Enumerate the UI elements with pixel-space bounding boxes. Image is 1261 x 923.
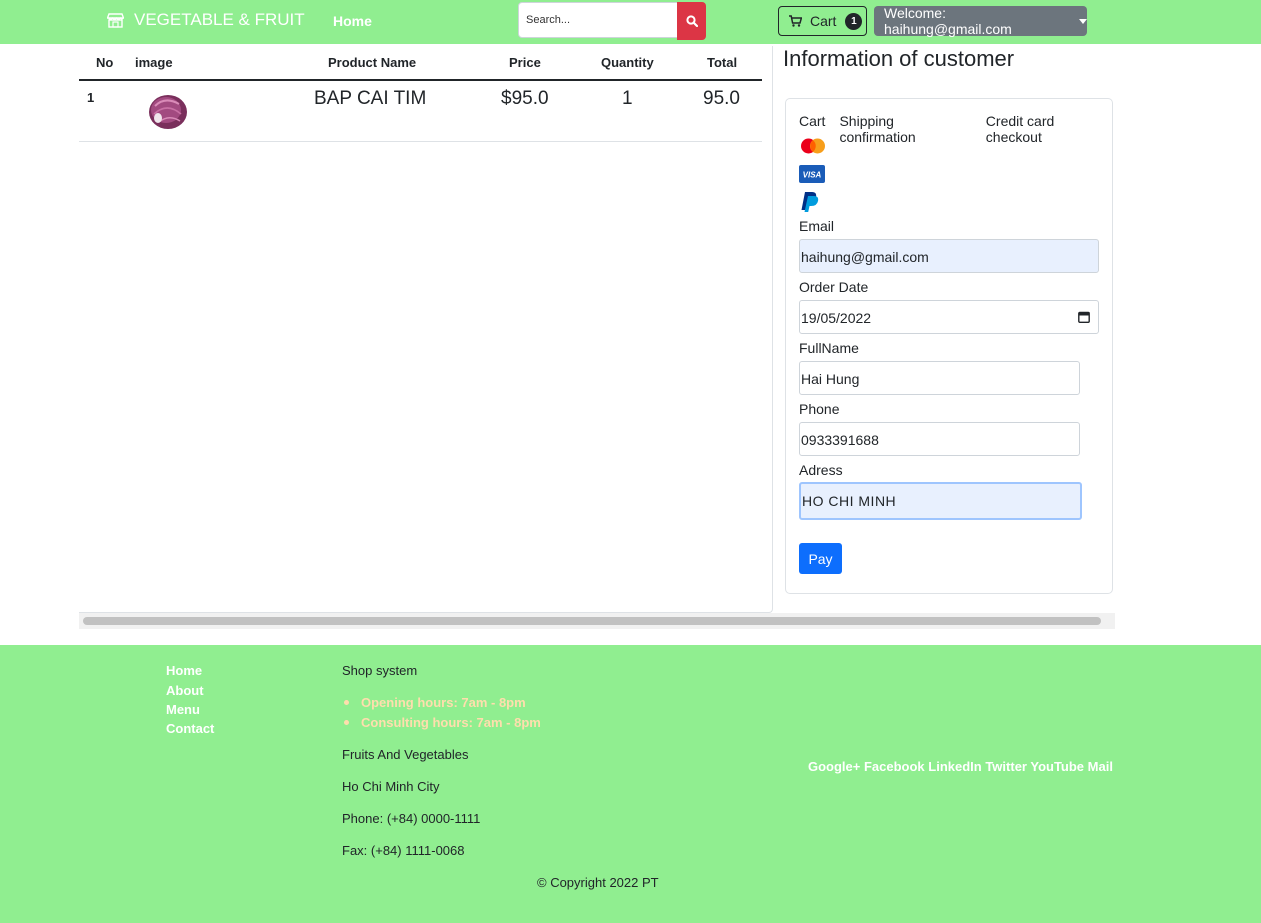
visa-icon[interactable]: VISA	[799, 165, 825, 183]
email-label: Email	[799, 218, 835, 234]
row-divider	[79, 141, 762, 142]
list-bullet	[344, 720, 349, 725]
cart-table: No image Product Name Price Quantity Tot…	[79, 46, 773, 613]
chevron-down-icon	[1079, 18, 1087, 24]
email-field[interactable]: haihung@gmail.com	[799, 239, 1099, 273]
navbar: VEGETABLE & FRUIT Home Cart 1 Welcome: h…	[0, 0, 1261, 44]
opening-hours: Opening hours: 7am - 8pm	[361, 695, 526, 710]
customer-info-title: Information of customer	[783, 46, 1015, 71]
address-field[interactable]: HO CHI MINH	[799, 482, 1082, 520]
scrollbar-thumb[interactable]	[83, 617, 1101, 625]
footer-info-line: Phone: (+84) 0000-1111	[342, 811, 481, 826]
cell-quantity: 1	[622, 88, 633, 109]
pay-button[interactable]: Pay	[799, 543, 842, 574]
fullname-field[interactable]: Hai Hung	[799, 361, 1080, 395]
store-icon	[107, 13, 124, 28]
footer-link-home[interactable]: Home	[166, 663, 202, 678]
column-header-total: Total	[707, 55, 738, 70]
header-divider	[79, 79, 762, 81]
cell-product-name: BAP CAI TIM	[314, 88, 427, 109]
footer: Home About Menu Contact Shop system Open…	[0, 645, 1261, 923]
shop-system-title: Shop system	[342, 663, 418, 678]
calendar-icon[interactable]	[1078, 311, 1090, 323]
phone-label: Phone	[799, 401, 840, 417]
consulting-hours: Consulting hours: 7am - 8pm	[361, 715, 541, 730]
footer-info-line: Fruits And Vegetables	[342, 747, 469, 762]
phone-field[interactable]: 0933391688	[799, 422, 1080, 456]
column-header-no: No	[96, 55, 114, 70]
brand[interactable]: VEGETABLE & FRUIT	[107, 10, 305, 30]
customer-form-card: Cart Shipping confirmation Credit card c…	[785, 98, 1113, 594]
social-links[interactable]: Google+ Facebook LinkedIn Twitter YouTub…	[808, 759, 1113, 774]
fullname-label: FullName	[799, 340, 859, 356]
column-header-product-name: Product Name	[328, 55, 417, 70]
cart-label: Cart	[810, 13, 837, 29]
column-header-quantity: Quantity	[601, 55, 654, 70]
cart-button[interactable]: Cart 1	[778, 6, 867, 36]
checkout-steps: Cart Shipping confirmation Credit card c…	[799, 113, 1112, 145]
nav-home-link[interactable]: Home	[333, 13, 372, 29]
footer-link-menu[interactable]: Menu	[166, 702, 200, 717]
search-input[interactable]	[518, 2, 678, 38]
order-date-field[interactable]: 19/05/2022	[799, 300, 1099, 334]
user-welcome-label: Welcome: haihung@gmail.com	[884, 5, 1012, 37]
footer-info-line: Ho Chi Minh City	[342, 779, 440, 794]
footer-link-about[interactable]: About	[166, 683, 204, 698]
copyright: © Copyright 2022 PT	[537, 875, 659, 890]
brand-title: VEGETABLE & FRUIT	[134, 10, 305, 29]
user-menu-button[interactable]: Welcome: haihung@gmail.com	[874, 5, 1087, 37]
search-icon	[685, 15, 698, 27]
search-button[interactable]	[677, 2, 706, 40]
horizontal-scrollbar[interactable]	[79, 613, 1115, 629]
footer-link-contact[interactable]: Contact	[166, 721, 214, 736]
mastercard-icon[interactable]	[799, 137, 827, 155]
order-date-value: 19/05/2022	[801, 310, 872, 326]
list-bullet	[344, 700, 349, 705]
step-shipping-confirmation[interactable]: Shipping confirmation	[839, 113, 971, 145]
column-header-image: image	[135, 55, 173, 70]
step-credit-card-checkout[interactable]: Credit card checkout	[986, 113, 1112, 145]
address-label: Adress	[799, 462, 843, 478]
cart-icon	[789, 15, 802, 27]
cell-total: 95.0	[703, 88, 740, 109]
footer-info-line: Fax: (+84) 1111-0068	[342, 843, 465, 858]
cart-count-badge: 1	[845, 12, 863, 30]
paypal-icon[interactable]	[799, 191, 821, 213]
product-image	[149, 95, 187, 129]
order-date-label: Order Date	[799, 279, 869, 295]
cell-no: 1	[87, 90, 95, 105]
svg-text:VISA: VISA	[803, 171, 822, 180]
column-header-price: Price	[509, 55, 541, 70]
cell-price: $95.0	[501, 88, 549, 109]
